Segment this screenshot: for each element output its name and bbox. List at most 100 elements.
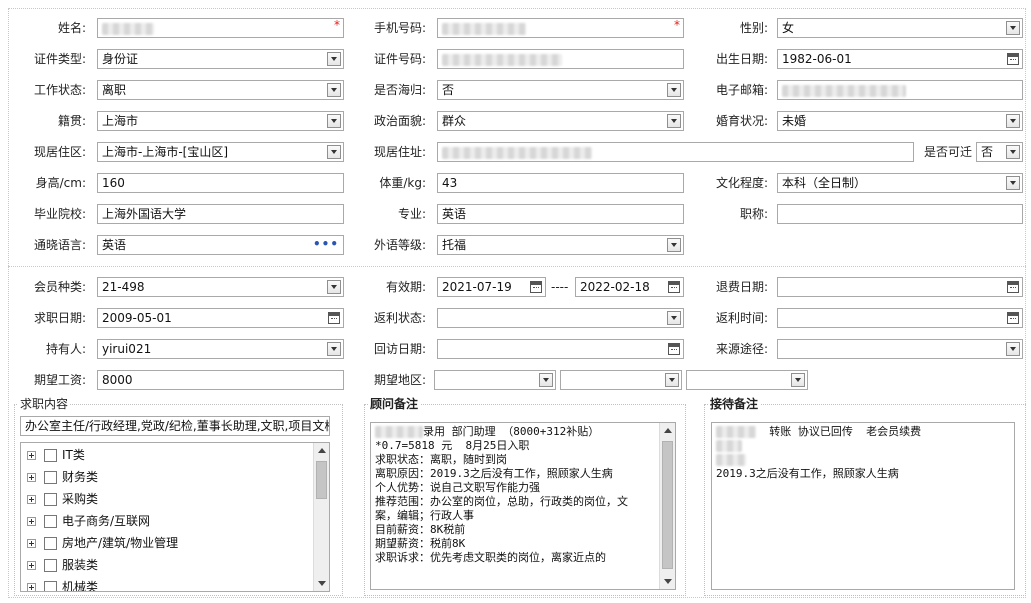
tree-scrollbar[interactable]	[313, 443, 329, 591]
expand-plus-icon[interactable]	[27, 539, 36, 548]
height-field[interactable]: 160	[97, 173, 344, 193]
checkbox[interactable]	[44, 559, 57, 572]
name-field[interactable]: *	[97, 18, 344, 38]
salary-field[interactable]: 8000	[97, 370, 344, 390]
tree-item[interactable]: 机械类	[27, 577, 98, 591]
region-province-select[interactable]	[434, 370, 556, 390]
checkbox[interactable]	[44, 449, 57, 462]
chevron-down-icon[interactable]	[667, 83, 681, 97]
calendar-icon[interactable]	[1007, 312, 1019, 324]
scroll-down-icon[interactable]	[664, 579, 672, 584]
relocate-select[interactable]: 否	[976, 142, 1023, 162]
holder-select[interactable]: yirui021	[97, 339, 344, 359]
work-status-select[interactable]: 离职	[97, 80, 344, 100]
marital-select[interactable]: 未婚	[777, 111, 1023, 131]
weight-field[interactable]: 43	[437, 173, 684, 193]
more-options-icon[interactable]: •••	[313, 236, 339, 252]
school-field[interactable]: 上海外国语大学	[97, 204, 344, 224]
tree-item[interactable]: IT类	[27, 445, 85, 465]
calendar-icon[interactable]	[1007, 53, 1019, 65]
member-type-select[interactable]: 21-498	[97, 277, 344, 297]
email-field[interactable]	[777, 80, 1023, 100]
calendar-icon[interactable]	[668, 281, 680, 293]
political-select[interactable]: 群众	[437, 111, 684, 131]
scroll-thumb[interactable]	[316, 461, 327, 499]
expand-plus-icon[interactable]	[27, 583, 36, 591]
tree-item[interactable]: 服装类	[27, 555, 98, 575]
validity-label: 有效期:	[385, 280, 426, 294]
region-district-select[interactable]	[686, 370, 808, 390]
scroll-thumb[interactable]	[662, 441, 673, 569]
validity-end-field[interactable]: 2022-02-18	[575, 277, 684, 297]
calendar-icon[interactable]	[1007, 281, 1019, 293]
scroll-down-icon[interactable]	[318, 581, 326, 586]
id-number-redacted	[442, 53, 562, 66]
rebate-status-select[interactable]	[437, 308, 684, 328]
scroll-up-icon[interactable]	[318, 448, 326, 453]
refund-date-label: 退费日期:	[715, 280, 768, 294]
scroll-up-icon[interactable]	[664, 428, 672, 433]
chevron-down-icon[interactable]	[1006, 342, 1020, 356]
receipt-notes-textarea[interactable]: 转账 协议已回传 老会员续费 2019.3之后没有工作，照顾家人生病	[711, 422, 1015, 590]
chevron-down-icon[interactable]	[327, 114, 341, 128]
checkbox[interactable]	[44, 493, 57, 506]
residence-area-select[interactable]: 上海市-上海市-[宝山区]	[97, 142, 344, 162]
checkbox[interactable]	[44, 515, 57, 528]
lang-level-select[interactable]: 托福	[437, 235, 684, 255]
chevron-down-icon[interactable]	[327, 52, 341, 66]
calendar-icon[interactable]	[530, 281, 542, 293]
chevron-down-icon[interactable]	[327, 280, 341, 294]
chevron-down-icon[interactable]	[667, 114, 681, 128]
checkbox[interactable]	[44, 537, 57, 550]
returnee-select[interactable]: 否	[437, 80, 684, 100]
job-category-tree[interactable]: IT类 财务类 采购类 电子商务/互联网 房地产/建筑/物业管理 服装类 机械类	[20, 442, 330, 592]
checkbox[interactable]	[44, 581, 57, 591]
rebate-time-field[interactable]	[777, 308, 1023, 328]
tree-item[interactable]: 房地产/建筑/物业管理	[27, 533, 178, 553]
birth-date-field[interactable]: 1982-06-01	[777, 49, 1023, 69]
advisor-notes-textarea[interactable]: 录用 部门助理 （8000+312补贴） *0.7=5818 元 8月25日入职…	[370, 422, 676, 590]
calendar-icon[interactable]	[328, 312, 340, 324]
advisor-scrollbar[interactable]	[659, 423, 675, 589]
refund-date-field[interactable]	[777, 277, 1023, 297]
expand-plus-icon[interactable]	[27, 561, 36, 570]
phone-field[interactable]: *	[437, 18, 684, 38]
gender-select[interactable]: 女	[777, 18, 1023, 38]
education-select[interactable]: 本科（全日制）	[777, 173, 1023, 193]
id-type-select[interactable]: 身份证	[97, 49, 344, 69]
chevron-down-icon[interactable]	[791, 373, 805, 387]
language-field[interactable]: 英语 •••	[97, 235, 344, 255]
expand-plus-icon[interactable]	[27, 451, 36, 460]
chevron-down-icon[interactable]	[1006, 21, 1020, 35]
source-select[interactable]	[777, 339, 1023, 359]
title-field[interactable]	[777, 204, 1023, 224]
chevron-down-icon[interactable]	[1006, 114, 1020, 128]
expand-plus-icon[interactable]	[27, 495, 36, 504]
chevron-down-icon[interactable]	[1006, 145, 1020, 159]
chevron-down-icon[interactable]	[1006, 176, 1020, 190]
validity-start-field[interactable]: 2021-07-19	[437, 277, 546, 297]
job-date-field[interactable]: 2009-05-01	[97, 308, 344, 328]
chevron-down-icon[interactable]	[667, 311, 681, 325]
id-number-field[interactable]	[437, 49, 684, 69]
residence-address-field[interactable]	[437, 142, 914, 162]
tree-item[interactable]: 财务类	[27, 467, 98, 487]
origin-select[interactable]: 上海市	[97, 111, 344, 131]
chevron-down-icon[interactable]	[667, 238, 681, 252]
tree-item[interactable]: 电子商务/互联网	[27, 511, 150, 531]
expand-plus-icon[interactable]	[27, 517, 36, 526]
chevron-down-icon[interactable]	[539, 373, 553, 387]
job-summary-field[interactable]: 办公室主任/行政经理,党政/纪检,董事长助理,文职,项目文档	[20, 416, 330, 436]
checkbox[interactable]	[44, 471, 57, 484]
expand-plus-icon[interactable]	[27, 473, 36, 482]
chevron-down-icon[interactable]	[327, 342, 341, 356]
major-field[interactable]: 英语	[437, 204, 684, 224]
chevron-down-icon[interactable]	[327, 83, 341, 97]
calendar-icon[interactable]	[668, 343, 680, 355]
region-city-select[interactable]	[560, 370, 682, 390]
chevron-down-icon[interactable]	[327, 145, 341, 159]
visit-date-field[interactable]	[437, 339, 684, 359]
tree-item-label: 房地产/建筑/物业管理	[62, 536, 179, 550]
tree-item[interactable]: 采购类	[27, 489, 98, 509]
chevron-down-icon[interactable]	[665, 373, 679, 387]
